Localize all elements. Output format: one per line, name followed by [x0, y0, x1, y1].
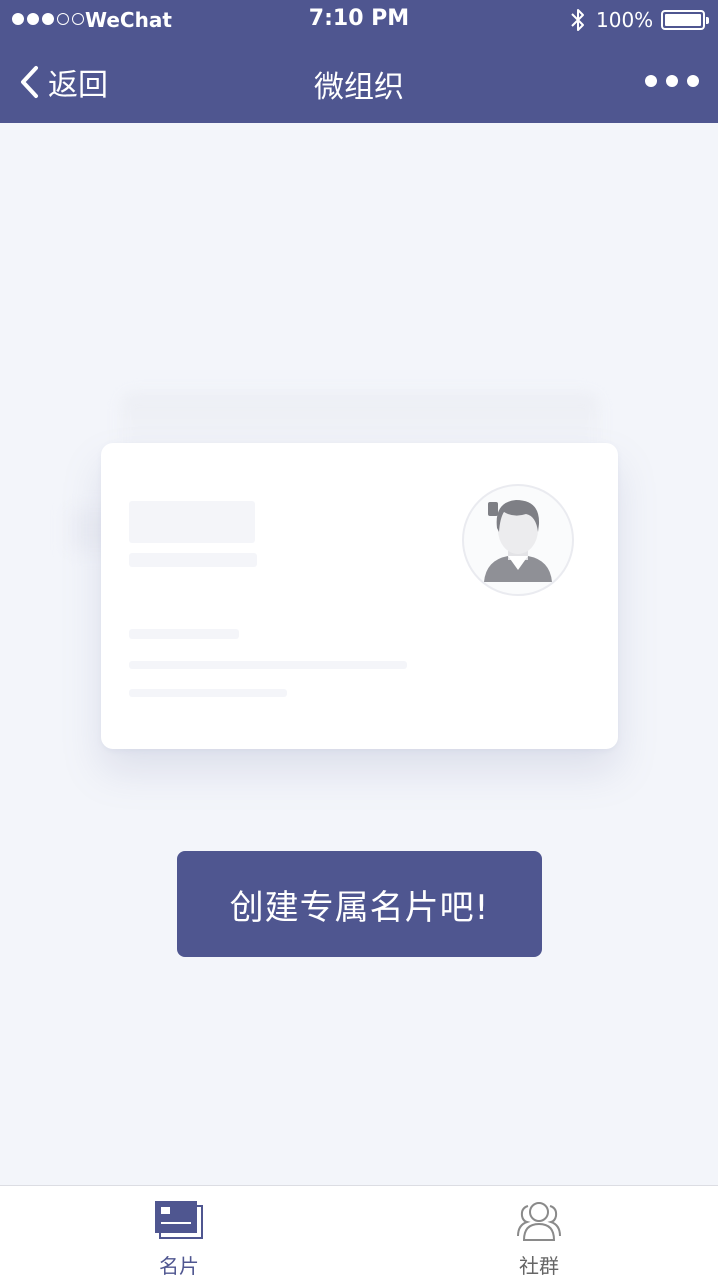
create-card-button[interactable]: 创建专属名片吧!	[177, 851, 542, 957]
nav-bar: 返回 微组织	[0, 40, 718, 123]
page-title: 微组织	[314, 70, 404, 105]
tab-label: 社群	[519, 1254, 559, 1278]
app-header: WeChat 7:10 PM 100% 返回 微组织	[0, 0, 718, 123]
placeholder-line	[129, 553, 257, 567]
tab-business-card[interactable]: 名片	[119, 1186, 239, 1280]
placeholder-line	[129, 689, 287, 697]
tab-community[interactable]: 社群	[479, 1186, 599, 1280]
card-icon	[155, 1201, 203, 1239]
more-button[interactable]	[645, 68, 699, 94]
tab-label: 名片	[159, 1254, 199, 1278]
battery-percent: 100%	[596, 8, 654, 32]
battery-icon	[661, 10, 709, 30]
placeholder-line	[129, 629, 239, 639]
tab-bar: 名片 社群	[0, 1185, 718, 1280]
placeholder-line	[129, 661, 407, 669]
more-dots-icon	[645, 75, 657, 87]
group-icon	[517, 1202, 561, 1241]
bluetooth-icon	[571, 9, 584, 31]
avatar-placeholder-icon	[462, 484, 574, 596]
placeholder-line	[129, 501, 255, 543]
status-bar: WeChat 7:10 PM 100%	[0, 0, 718, 40]
